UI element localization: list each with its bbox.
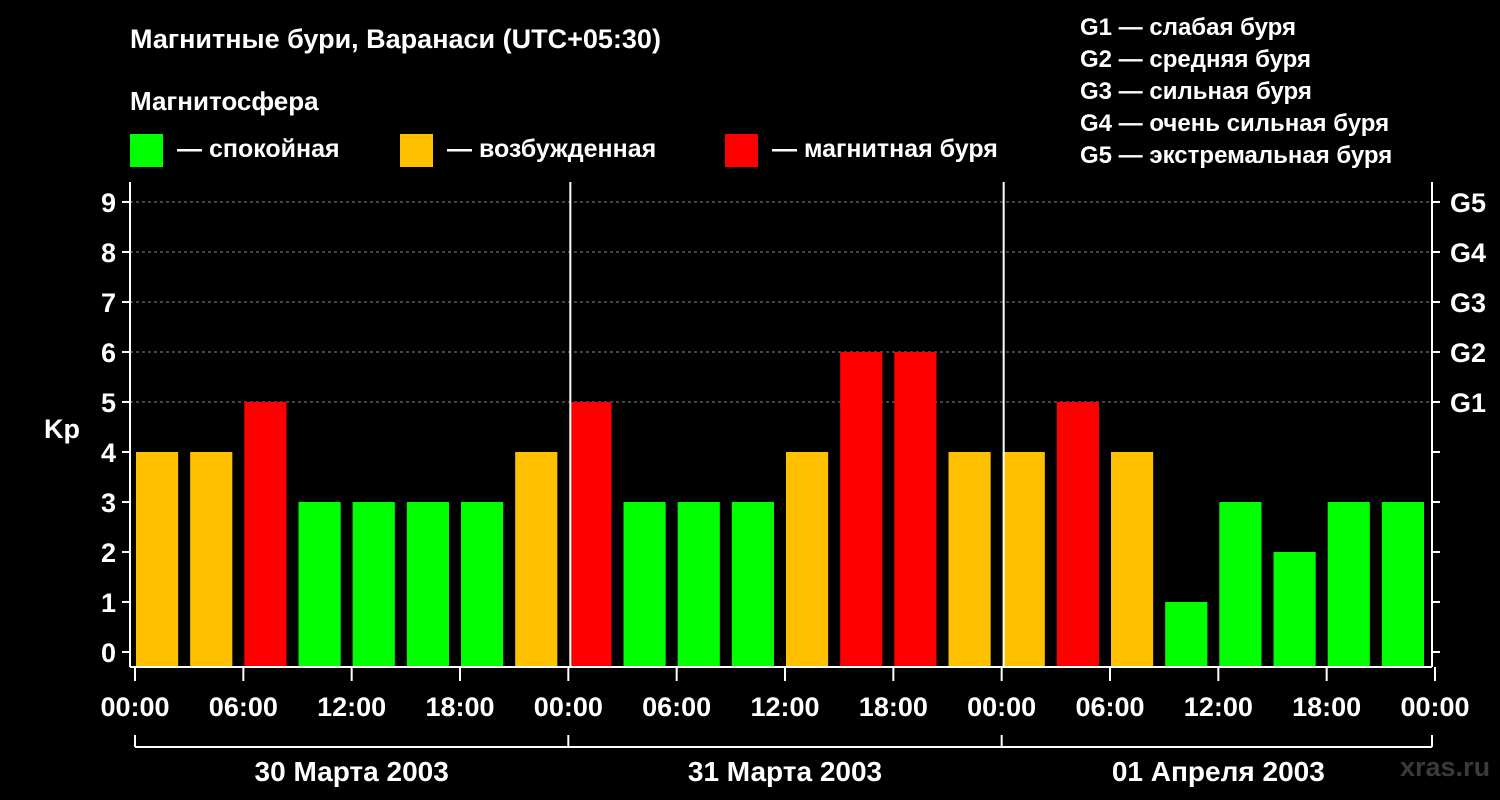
- x-tick-label: 18:00: [859, 692, 928, 722]
- bar: [1219, 502, 1262, 667]
- bar: [406, 502, 449, 667]
- x-tick-label: 00:00: [534, 692, 603, 722]
- y-tick-label: 4: [101, 438, 116, 468]
- x-tick-label: 00:00: [100, 692, 169, 722]
- day-label: 01 Апреля 2003: [1112, 756, 1325, 787]
- bar: [786, 452, 829, 667]
- right-tick-label: G5: [1450, 188, 1486, 218]
- bar: [1273, 552, 1316, 667]
- bar: [948, 452, 991, 667]
- y-tick-label: 7: [101, 288, 116, 318]
- bar: [1165, 602, 1208, 667]
- x-tick-label: 18:00: [425, 692, 494, 722]
- bar: [1111, 452, 1154, 667]
- bar: [1002, 452, 1045, 667]
- y-tick-label: 1: [101, 588, 116, 618]
- x-tick-label: 12:00: [1184, 692, 1253, 722]
- bar: [190, 452, 233, 667]
- bar: [894, 352, 937, 667]
- y-tick-label: 0: [101, 638, 116, 668]
- x-tick-label: 12:00: [750, 692, 819, 722]
- bar: [569, 402, 612, 667]
- right-tick-label: G2: [1450, 338, 1486, 368]
- y-tick-label: 3: [101, 488, 116, 518]
- bar: [1056, 402, 1099, 667]
- x-tick-label: 18:00: [1292, 692, 1361, 722]
- bar: [1381, 502, 1424, 667]
- bar: [1327, 502, 1370, 667]
- x-tick-label: 06:00: [209, 692, 278, 722]
- right-tick-label: G4: [1450, 238, 1486, 268]
- bar: [515, 452, 558, 667]
- x-tick-label: 12:00: [317, 692, 386, 722]
- y-tick-label: 5: [101, 388, 116, 418]
- bar: [352, 502, 395, 667]
- y-tick-label: 6: [101, 338, 116, 368]
- day-label: 30 Марта 2003: [255, 756, 449, 787]
- bar: [461, 502, 504, 667]
- y-axis-label: Kp: [44, 414, 80, 444]
- bar: [840, 352, 883, 667]
- bar: [136, 452, 179, 667]
- bar: [623, 502, 666, 667]
- x-tick-label: 06:00: [642, 692, 711, 722]
- bar: [298, 502, 341, 667]
- y-tick-label: 2: [101, 538, 116, 568]
- y-tick-label: 9: [101, 188, 116, 218]
- x-tick-label: 00:00: [967, 692, 1036, 722]
- bar: [677, 502, 720, 667]
- x-tick-label: 00:00: [1400, 692, 1469, 722]
- bar: [731, 502, 774, 667]
- watermark: xras.ru: [1400, 752, 1491, 782]
- day-label: 31 Марта 2003: [688, 756, 882, 787]
- right-tick-label: G3: [1450, 288, 1486, 318]
- bar: [244, 402, 287, 667]
- x-tick-label: 06:00: [1075, 692, 1144, 722]
- y-tick-label: 8: [101, 238, 116, 268]
- kp-chart: 0 1 2 3 4 5 6 7 8 9 G1 G2 G3 G4 G5 Kp 00:00 06:00 12:00 18:…: [44, 182, 1486, 787]
- right-tick-label: G1: [1450, 388, 1486, 418]
